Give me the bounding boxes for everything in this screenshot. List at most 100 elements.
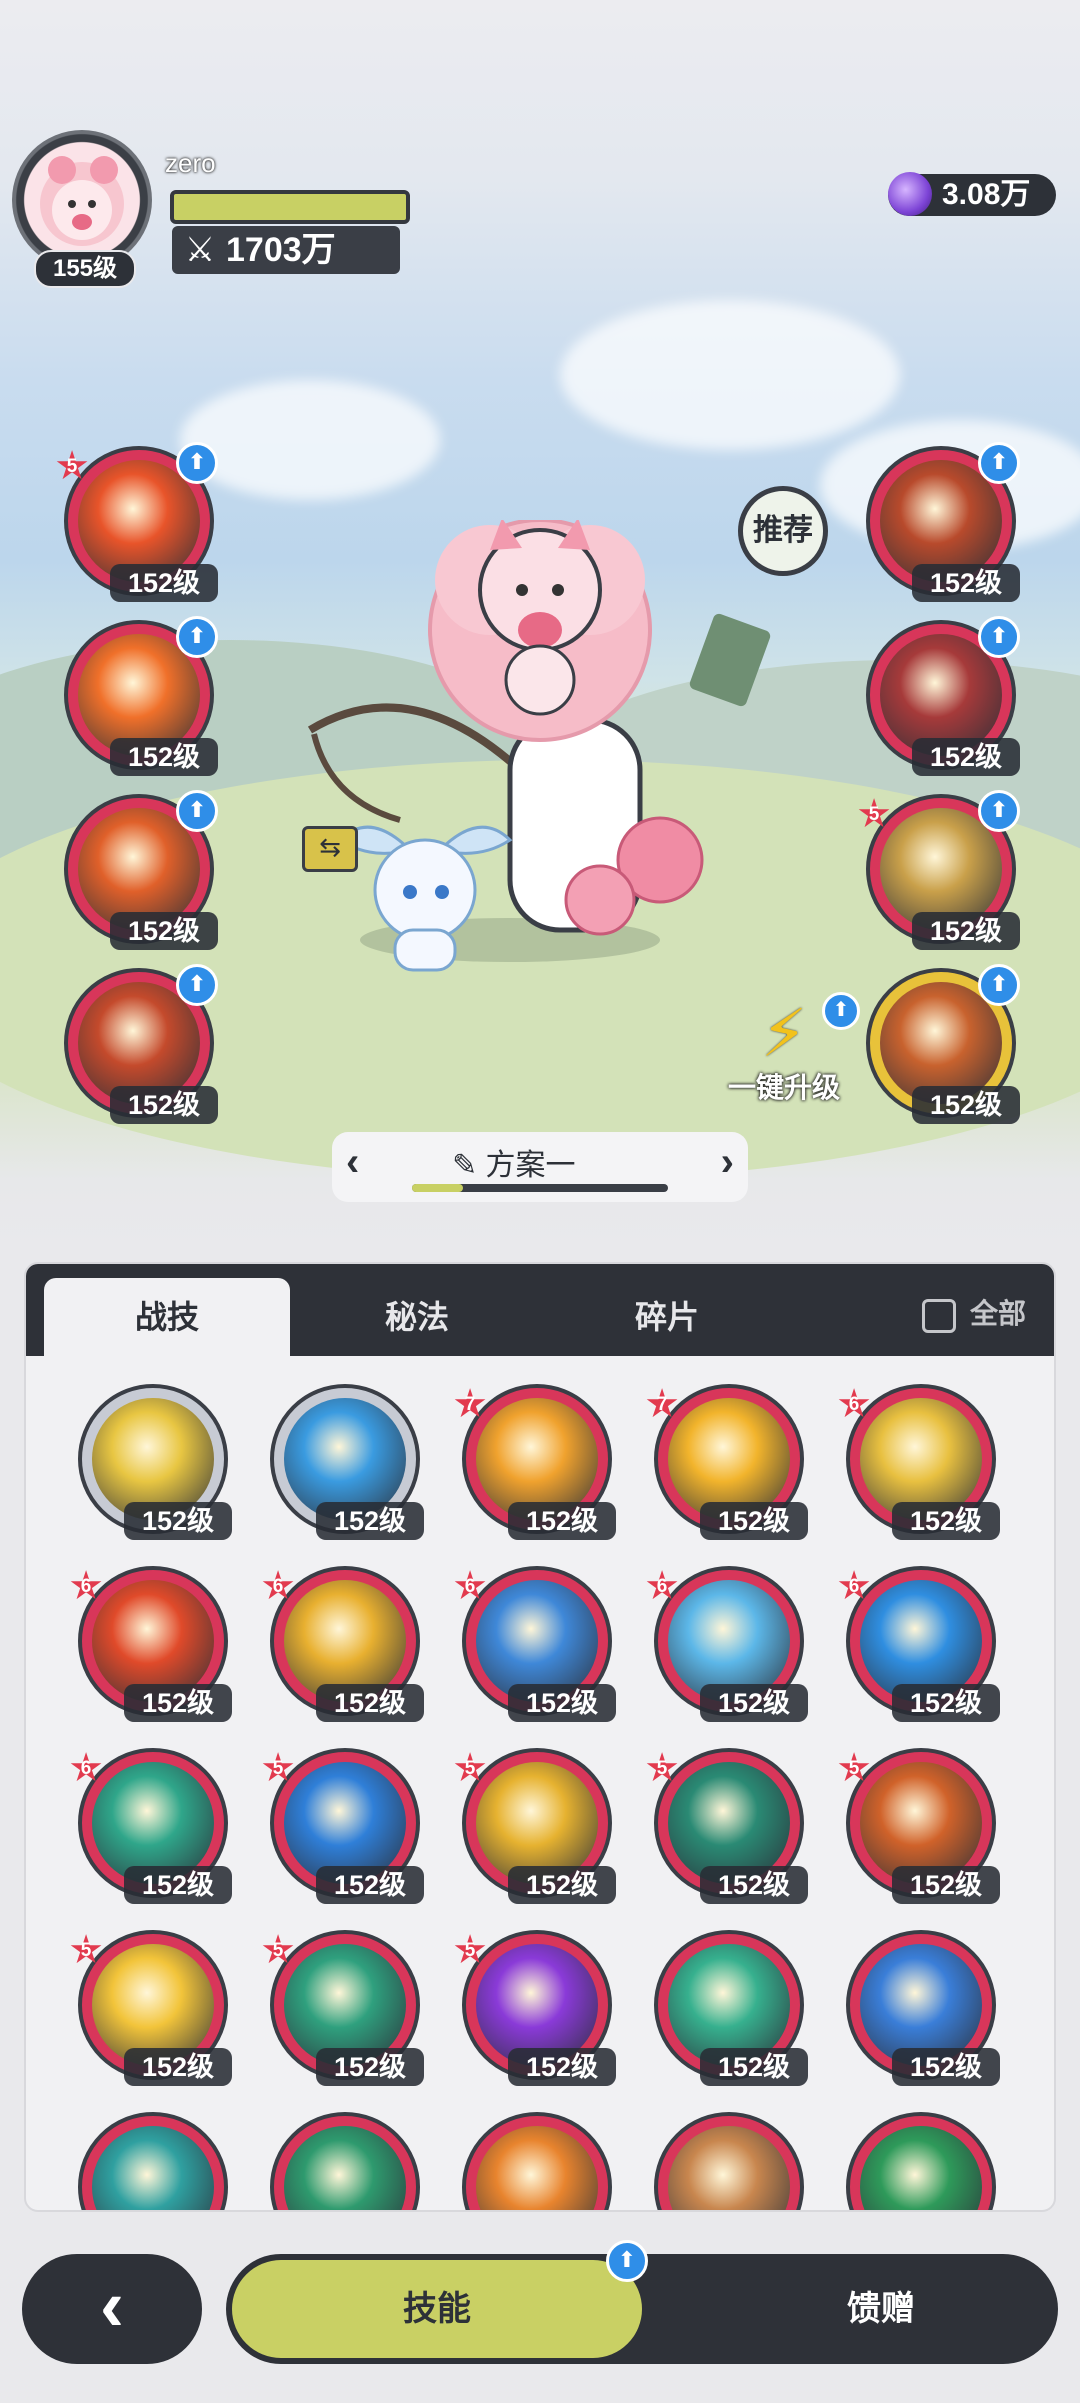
star-rank-value: 6 — [272, 1576, 284, 1597]
bottom-navigation: 技能 ⬆ 馈赠 — [226, 2240, 1058, 2364]
preset-prev-button[interactable]: ‹ — [346, 1140, 359, 1185]
back-arrow-icon: ‹ — [100, 2266, 124, 2346]
star-rank-icon: ★ 6 — [68, 1746, 104, 1790]
upgrade-arrow-icon: ⬆ — [978, 616, 1020, 658]
skill-badge[interactable]: ★ 6 152级 — [68, 1566, 232, 1722]
star-rank-value: 5 — [464, 1940, 476, 1961]
skill-badge[interactable]: ★ 5 152级 ⬆ — [54, 442, 218, 602]
preset-name[interactable]: ✎ 方案一 — [452, 1140, 575, 1184]
gem-currency-display[interactable]: 3.08万 — [888, 172, 1056, 216]
crossed-swords-icon: ⚔ — [184, 231, 216, 269]
preset-progress-bar — [412, 1184, 668, 1192]
star-rank-value: 5 — [272, 1940, 284, 1961]
star-rank-value: 6 — [848, 1576, 860, 1597]
skill-badge[interactable]: ★ 5 152级 — [452, 1748, 616, 1904]
skill-badge[interactable]: ★ 5 152级 — [452, 1930, 616, 2086]
skill-badge[interactable]: ★ 5 152级 — [644, 1748, 808, 1904]
star-rank-icon: ★ 5 — [836, 1746, 872, 1790]
preset-next-button[interactable]: › — [721, 1140, 734, 1185]
skill-level-label: 152级 — [124, 1502, 232, 1540]
star-rank-value: 5 — [656, 1758, 668, 1779]
star-rank-icon: ★ 6 — [260, 1564, 296, 1608]
skill-badge[interactable]: 152级 — [654, 1930, 808, 2086]
tab-combat-skills[interactable]: 战技 — [44, 1278, 290, 1356]
skill-badge[interactable] — [654, 2112, 804, 2210]
star-rank-icon: ★ 6 — [644, 1564, 680, 1608]
skill-badge[interactable]: ★ 7 152级 — [644, 1384, 808, 1540]
skill-badge[interactable]: ★ 6 152级 — [452, 1566, 616, 1722]
skill-level-label: 152级 — [892, 2048, 1000, 2086]
skill-badge[interactable]: ★ 5 152级 — [68, 1930, 232, 2086]
preset-progress-fill — [412, 1184, 464, 1192]
skill-badge[interactable]: ★ 5 152级 — [260, 1748, 424, 1904]
upgrade-arrow-icon: ⬆ — [978, 790, 1020, 832]
star-rank-icon: ★ 5 — [54, 444, 90, 488]
combat-power-display: ⚔ 1703万 — [172, 226, 400, 274]
tab-fragments[interactable]: 碎片 — [544, 1278, 790, 1356]
skill-badge[interactable]: 152级 ⬆ — [866, 616, 1020, 776]
skill-level-label: 152级 — [912, 1086, 1020, 1124]
skill-badge[interactable]: ★ 6 152级 — [644, 1566, 808, 1722]
skill-badge[interactable] — [270, 2112, 420, 2210]
show-all-checkbox[interactable]: 全部 — [921, 1292, 1026, 1333]
one-key-upgrade-button[interactable]: ⚡ 一键升级 ⬆ — [714, 992, 860, 1103]
skill-badge[interactable]: ★ 6 152级 — [836, 1384, 1000, 1540]
tab-secret-arts[interactable]: 秘法 — [294, 1278, 540, 1356]
skill-badge[interactable]: 152级 ⬆ — [64, 964, 218, 1124]
swap-pet-icon[interactable]: ⇆ — [302, 826, 358, 872]
star-rank-icon: ★ 6 — [836, 1382, 872, 1426]
skill-level-label: 152级 — [316, 1502, 424, 1540]
skill-badge[interactable]: ★ 5 152级 — [836, 1748, 1000, 1904]
star-rank-value: 5 — [66, 456, 78, 477]
skill-level-label: 152级 — [700, 2048, 808, 2086]
one-key-upgrade-label: 一键升级 — [727, 1072, 840, 1103]
purple-gem-icon — [888, 172, 932, 216]
skill-badge[interactable]: ★ 5 152级 ⬆ — [856, 790, 1020, 950]
nav-gift-button[interactable]: 馈赠 — [766, 2260, 996, 2358]
skill-badge[interactable]: 152级 — [270, 1384, 424, 1540]
skill-badge[interactable]: ★ 6 152级 — [260, 1566, 424, 1722]
upgrade-arrow-icon: ⬆ — [176, 616, 218, 658]
skill-grid: 152级 152级 ★ 7 152级 ★ 7 152级 ★ 6 152级 ★ 6 152级 ★ 6 152级 ★ 6… — [26, 1356, 1054, 2210]
skill-badge[interactable]: 152级 ⬆ — [866, 964, 1020, 1124]
player-name: zero — [165, 148, 216, 178]
star-rank-icon: ★ 6 — [452, 1564, 488, 1608]
skill-level-label: 152级 — [700, 1866, 808, 1904]
skill-badge[interactable]: ★ 6 152级 — [68, 1748, 232, 1904]
skill-badge[interactable]: 152级 ⬆ — [64, 790, 218, 950]
skill-level-label: 152级 — [508, 1866, 616, 1904]
skill-badge[interactable] — [78, 2112, 228, 2210]
upgrade-arrow-icon: ⬆ — [606, 2240, 648, 2282]
upgrade-arrow-icon: ⬆ — [176, 790, 218, 832]
skill-level-label: 152级 — [912, 564, 1020, 602]
skill-level-label: 152级 — [124, 1866, 232, 1904]
star-rank-value: 6 — [656, 1576, 668, 1597]
skill-badge[interactable]: 152级 ⬆ — [64, 616, 218, 776]
skill-badge[interactable]: ★ 6 152级 — [836, 1566, 1000, 1722]
skill-level-label: 152级 — [508, 2048, 616, 2086]
skill-badge[interactable]: 152级 — [78, 1384, 232, 1540]
skill-badge[interactable]: ★ 5 152级 — [260, 1930, 424, 2086]
skill-badge[interactable]: ★ 7 152级 — [452, 1384, 616, 1540]
star-rank-icon: ★ 5 — [452, 1746, 488, 1790]
skill-level-label: 152级 — [892, 1866, 1000, 1904]
nav-skills-button[interactable]: 技能 — [232, 2260, 642, 2358]
skill-badge[interactable]: 152级 ⬆ — [866, 442, 1020, 602]
star-rank-value: 5 — [80, 1940, 92, 1961]
pet-companion[interactable] — [330, 800, 520, 990]
star-rank-icon: ★ 6 — [836, 1564, 872, 1608]
star-rank-icon: ★ 5 — [452, 1928, 488, 1972]
back-button[interactable]: ‹ — [22, 2254, 202, 2364]
skill-level-label: 152级 — [316, 1866, 424, 1904]
recommend-button[interactable]: 推荐 — [738, 486, 828, 576]
player-avatar[interactable] — [12, 130, 152, 270]
star-rank-icon: ★ 5 — [260, 1928, 296, 1972]
star-rank-value: 5 — [868, 804, 880, 825]
upgrade-arrow-icon: ⬆ — [978, 964, 1020, 1006]
skill-badge[interactable]: 152级 — [846, 1930, 1000, 2086]
skill-badge[interactable] — [462, 2112, 612, 2210]
star-rank-icon: ★ 7 — [452, 1382, 488, 1426]
skill-level-label: 152级 — [700, 1502, 808, 1540]
show-all-label: 全部 — [969, 1298, 1026, 1329]
skill-badge[interactable] — [846, 2112, 996, 2210]
